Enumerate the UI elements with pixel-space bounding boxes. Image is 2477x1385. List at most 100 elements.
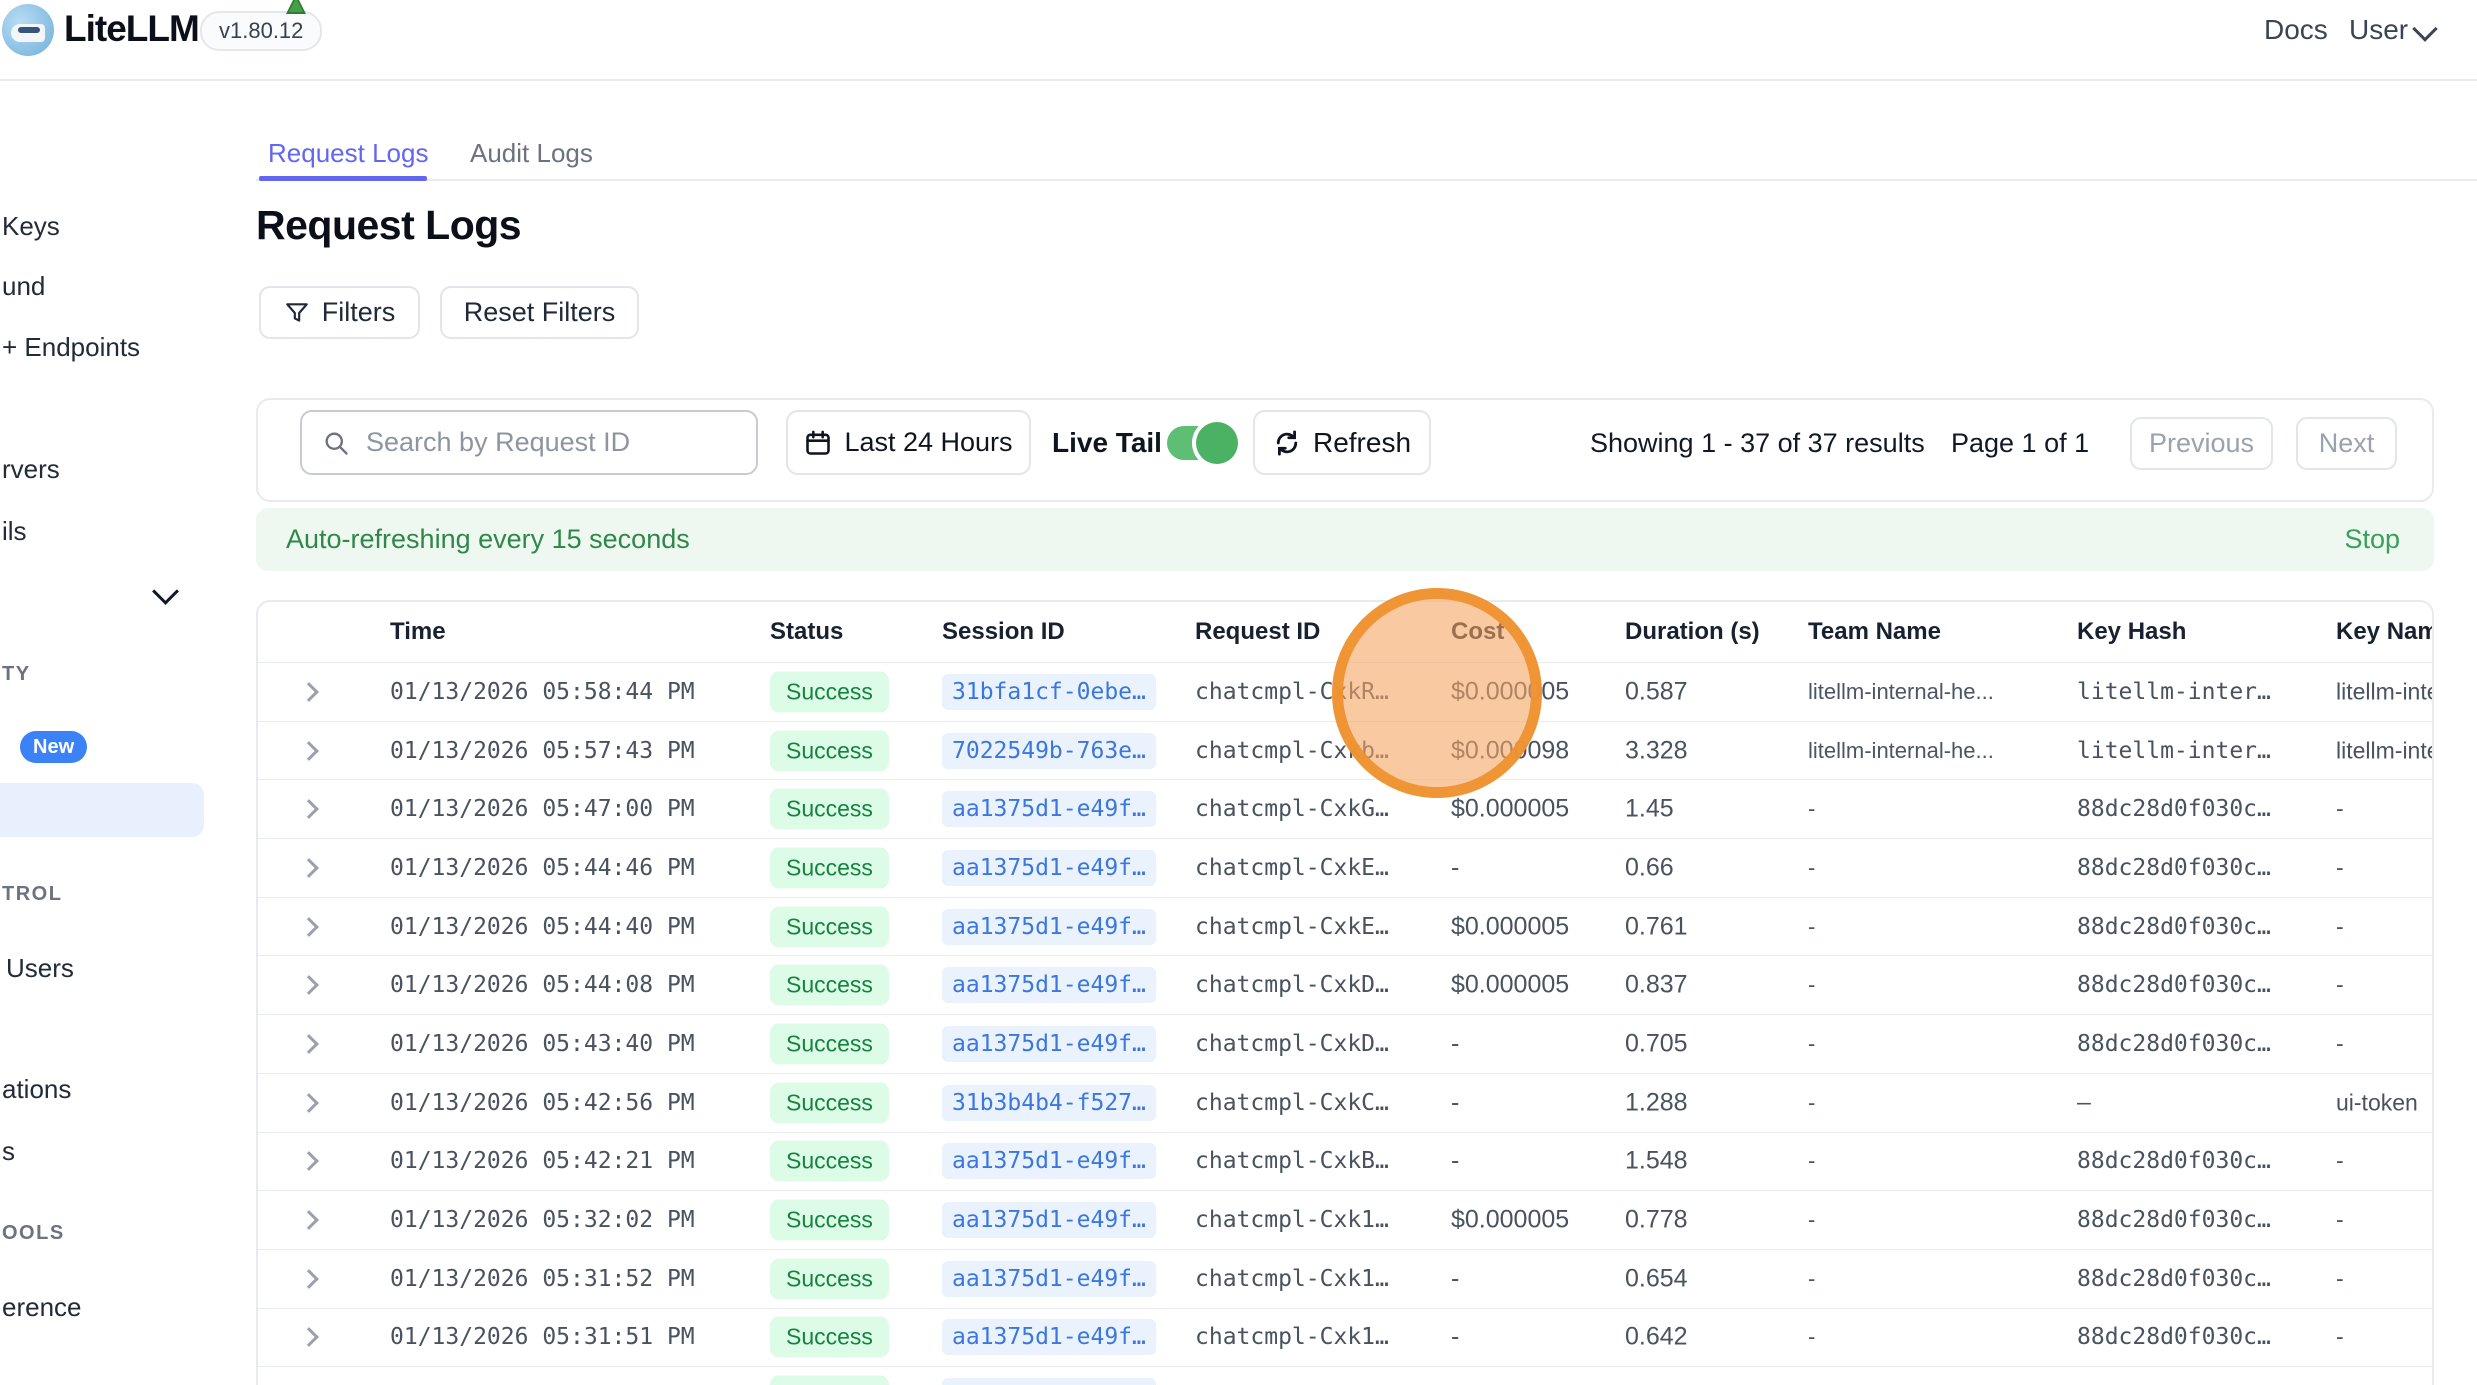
status-badge: Success <box>770 1376 889 1385</box>
cell-cost: $0.000005 <box>1451 1206 1569 1235</box>
sidebar-item-endpoints[interactable]: + Endpoints <box>2 332 140 363</box>
tab-audit-logs[interactable]: Audit Logs <box>470 138 593 169</box>
search-box[interactable] <box>300 410 758 475</box>
cell-status: Success <box>770 1082 889 1123</box>
cell-team: - <box>1808 1266 1815 1292</box>
row-expand-chevron-icon[interactable] <box>299 741 319 761</box>
sidebar-item-api-reference[interactable]: erence <box>2 1292 82 1323</box>
sidebar-item-selected[interactable] <box>0 783 204 837</box>
chevron-down-icon[interactable] <box>2412 16 2437 41</box>
cell-cost: $0.000098 <box>1451 736 1569 765</box>
cell-duration: 0.778 <box>1625 1206 1688 1235</box>
cell-time: 01/13/2026 05:44:40 PM <box>390 914 695 940</box>
session-id-link[interactable]: aa1375d1-e49f… <box>942 967 1156 1003</box>
column-header: Status <box>770 618 843 646</box>
cell-status: Success <box>770 1317 889 1358</box>
row-expand-chevron-icon[interactable] <box>299 682 319 702</box>
filters-button[interactable]: Filters <box>259 286 420 339</box>
refresh-button[interactable]: Refresh <box>1253 410 1431 475</box>
cell-key_name: litellm-inte <box>2336 737 2434 764</box>
cell-status: Success <box>770 965 889 1006</box>
session-id-link[interactable]: 31b3b4b4-f527… <box>942 1085 1156 1121</box>
session-id-link[interactable]: 7022549b-763e… <box>942 733 1156 769</box>
live-tail-toggle[interactable] <box>1167 426 1233 460</box>
session-id-link[interactable]: aa1375d1-e49f… <box>942 1261 1156 1297</box>
table-row[interactable]: 01/13/2026 05:44:46 PMSuccessaa1375d1-e4… <box>258 838 2432 897</box>
tab-request-logs[interactable]: Request Logs <box>268 138 428 169</box>
table-row[interactable]: 01/13/2026 05:42:56 PM Success 31b3b4b4-f5… <box>258 1073 2432 1132</box>
session-id-link[interactable]: aa1375d1-e49f… <box>942 909 1156 945</box>
previous-page-button[interactable]: Previous <box>2130 417 2273 470</box>
row-expand-chevron-icon[interactable] <box>299 1034 319 1054</box>
next-page-button[interactable]: Next <box>2296 417 2397 470</box>
topbar-divider <box>0 79 2477 81</box>
table-row[interactable]: 01/13/2026 05:31:51 PMSuccessaa1375d1-e4… <box>258 1308 2432 1367</box>
sidebar-collapse-chevron-icon[interactable] <box>152 578 179 605</box>
column-header: Key Hash <box>2077 618 2186 646</box>
row-expand-chevron-icon[interactable] <box>299 975 319 995</box>
cell-key_name: - <box>2336 1207 2434 1234</box>
row-expand-chevron-icon[interactable] <box>299 799 319 819</box>
reset-filters-button[interactable]: Reset Filters <box>440 286 639 339</box>
row-expand-chevron-icon[interactable] <box>299 1210 319 1230</box>
table-row[interactable]: 01/13/2026 05:32:02 PMSuccessaa1375d1-e4… <box>258 1190 2432 1249</box>
table-row[interactable]: 01/13/2026 05:58:44 PMSuccess31bfa1cf-0e… <box>258 662 2432 721</box>
brand-name[interactable]: LiteLLM <box>64 8 199 50</box>
status-badge: Success <box>770 730 889 771</box>
cell-status: Success <box>770 906 889 947</box>
session-id-link[interactable]: aa1375d1-e49f… <box>942 1319 1156 1355</box>
table-row[interactable]: 01/13/2026 05:31:52 PMSuccessaa1375d1-e4… <box>258 1249 2432 1308</box>
cell-session: aa1375d1-e49f… <box>942 1378 1156 1385</box>
status-badge: Success <box>770 965 889 1006</box>
cell-key_hash: litellm-inter… <box>2077 738 2271 764</box>
session-id-link[interactable]: 31bfa1cf-0ebe… <box>942 674 1156 710</box>
table-row[interactable]: 01/13/2026 05:43:40 PMSuccessaa1375d1-e4… <box>258 1014 2432 1073</box>
cell-request: chatcmpl-CxkD… <box>1195 1031 1389 1057</box>
row-expand-chevron-icon[interactable] <box>299 1151 319 1171</box>
table-row[interactable]: 01/13/2026 05:44:40 PM Success aa1375d1-e4… <box>258 897 2432 956</box>
cell-team: litellm-internal-he... <box>1808 738 1994 764</box>
search-input[interactable] <box>364 426 728 459</box>
sidebar-item-teams[interactable]: s <box>2 1136 15 1167</box>
sidebar-item-servers[interactable]: rvers <box>2 454 60 485</box>
session-id-link[interactable]: aa1375d1-e49f… <box>942 1026 1156 1062</box>
sidebar-item-keys[interactable]: Keys <box>2 211 60 242</box>
table-row[interactable]: 01/13/2026 05:42:21 PMSuccessaa1375d1-e4… <box>258 1132 2432 1191</box>
cell-team: - <box>1808 972 1815 998</box>
cell-session: 31bfa1cf-0ebe… <box>942 674 1156 710</box>
row-expand-chevron-icon[interactable] <box>299 1269 319 1289</box>
cell-cost: - <box>1451 1323 1459 1352</box>
session-id-link[interactable]: aa1375d1-e49f… <box>942 1202 1156 1238</box>
cell-session: aa1375d1-e49f… <box>942 967 1156 1003</box>
sidebar-item-guardrails[interactable]: ils <box>2 516 27 547</box>
cell-time: 01/13/2026 05:47:00 PM <box>390 796 695 822</box>
table-row[interactable]: 01/13/2026 05:31:38 PMSuccessaa1375d1-e4… <box>258 1366 2432 1385</box>
sidebar-item-users[interactable]: Users <box>6 953 74 984</box>
column-header: Key Name <box>2336 618 2434 646</box>
cell-time: 01/13/2026 05:44:08 PM <box>390 972 695 998</box>
sidebar-item-playground[interactable]: und <box>2 271 45 302</box>
sidebar-item-organizations[interactable]: ations <box>2 1074 71 1105</box>
table-row[interactable]: 01/13/2026 05:44:08 PM Success aa1375d1-e4… <box>258 955 2432 1014</box>
stop-auto-refresh-link[interactable]: Stop <box>2344 524 2400 555</box>
row-expand-chevron-icon[interactable] <box>299 858 319 878</box>
row-expand-chevron-icon[interactable] <box>299 917 319 937</box>
table-row[interactable]: 01/13/2026 05:47:00 PM Success aa1375d1-e4… <box>258 779 2432 838</box>
table-row[interactable]: 01/13/2026 05:57:43 PMSuccess7022549b-76… <box>258 721 2432 780</box>
row-expand-chevron-icon[interactable] <box>299 1093 319 1113</box>
nav-docs-link[interactable]: Docs <box>2264 14 2328 46</box>
cell-status: Success <box>770 789 889 830</box>
logs-table-header: TimeStatusSession IDRequest IDCostDurati… <box>258 602 2432 662</box>
row-expand-chevron-icon[interactable] <box>299 1328 319 1348</box>
session-id-link[interactable]: aa1375d1-e49f… <box>942 1143 1156 1179</box>
session-id-link[interactable]: aa1375d1-e49f… <box>942 1378 1156 1385</box>
user-menu[interactable]: User <box>2349 14 2408 46</box>
cell-key_name: - <box>2336 913 2434 940</box>
cell-request: chatcmpl-CxkB… <box>1195 1148 1389 1174</box>
cell-key_name: - <box>2336 1030 2434 1057</box>
session-id-link[interactable]: aa1375d1-e49f… <box>942 850 1156 886</box>
litellm-logo[interactable] <box>2 4 54 56</box>
time-range-button[interactable]: Last 24 Hours <box>786 410 1031 475</box>
cell-time: 01/13/2026 05:42:56 PM <box>390 1090 695 1116</box>
session-id-link[interactable]: aa1375d1-e49f… <box>942 791 1156 827</box>
